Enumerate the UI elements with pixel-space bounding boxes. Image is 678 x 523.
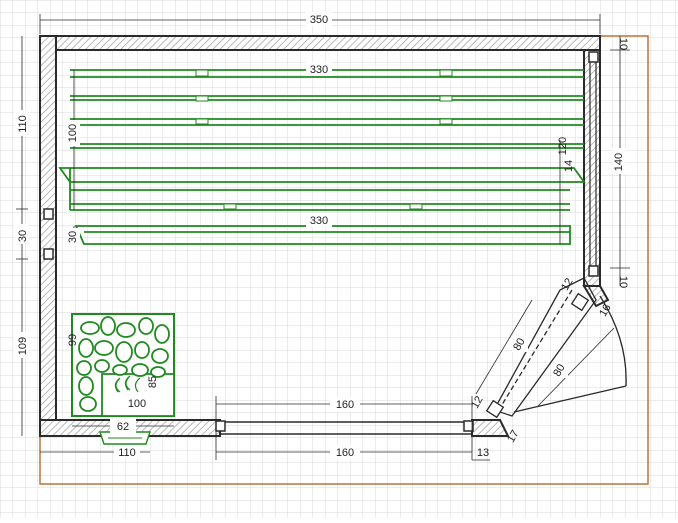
dim-left-upper: 110 bbox=[17, 115, 29, 133]
dim-window-inner: 160 bbox=[336, 399, 354, 411]
dim-top-width: 350 bbox=[310, 14, 328, 26]
dim-heater-depth: 99 bbox=[67, 334, 79, 346]
dim-heater-width: 62 bbox=[117, 421, 129, 433]
plan-svg: 350 330 330 10 140 10 110 30 109 100 30 … bbox=[0, 0, 678, 518]
dim-bench-depth-top: 100 bbox=[67, 124, 79, 142]
dim-left-mid: 30 bbox=[17, 230, 29, 242]
dim-right-top: 10 bbox=[617, 38, 629, 50]
dim-heater-inner-w: 100 bbox=[128, 398, 146, 410]
dim-bench-step: 120 bbox=[557, 137, 569, 155]
dim-heater-inner-h: 85 bbox=[147, 376, 159, 388]
floor-plan: 350 330 330 10 140 10 110 30 109 100 30 … bbox=[0, 0, 678, 518]
dim-bench-gap: 14 bbox=[563, 160, 575, 172]
dim-bench-depth-lower: 30 bbox=[67, 231, 79, 243]
dim-bench-length-top: 330 bbox=[310, 64, 328, 76]
dim-right-bottom: 10 bbox=[617, 276, 629, 288]
dim-right-wall: 140 bbox=[613, 153, 625, 171]
dim-corner-13: 13 bbox=[477, 447, 489, 459]
dim-left-lower: 109 bbox=[17, 337, 29, 355]
dim-bench-length-lower: 330 bbox=[310, 215, 328, 227]
dim-door-offset: 110 bbox=[118, 447, 136, 459]
dim-window-outer: 160 bbox=[336, 447, 354, 459]
